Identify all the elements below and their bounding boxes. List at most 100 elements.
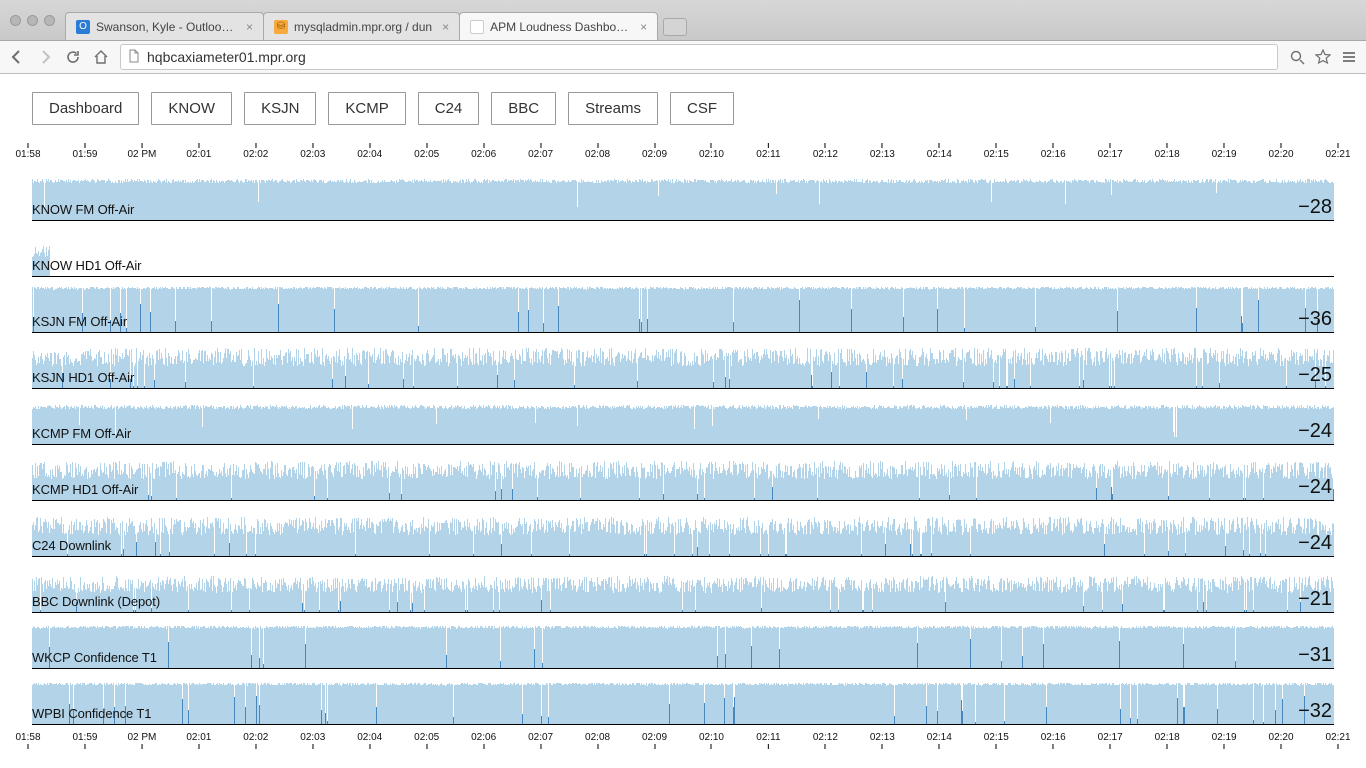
nav-button-kcmp[interactable]: KCMP xyxy=(328,92,405,125)
channel-label: WKCP Confidence T1 xyxy=(32,650,157,665)
nav-button-bbc[interactable]: BBC xyxy=(491,92,556,125)
browser-tab[interactable]: ⛁mysqladmin.mpr.org / dun× xyxy=(263,12,460,40)
window-minimize-button[interactable] xyxy=(27,15,38,26)
home-button[interactable] xyxy=(92,48,110,66)
timeline-tick: 02:06 xyxy=(471,732,496,749)
channel-row: WPBI Confidence T1 −32 xyxy=(32,669,1334,725)
timeline-tick: 02:02 xyxy=(243,143,268,160)
page-icon xyxy=(127,49,141,66)
timeline-tick: 01:58 xyxy=(15,143,40,160)
reload-button[interactable] xyxy=(64,48,82,66)
timeline-tick: 02:11 xyxy=(756,732,780,749)
channel-label: BBC Downlink (Depot) xyxy=(32,594,160,609)
channel-reading: −25 xyxy=(1298,364,1332,387)
nav-bar: hqbcaxiameter01.mpr.org xyxy=(0,40,1366,74)
channel-row: KNOW FM Off-Air −28 xyxy=(32,165,1334,221)
channel-reading: −36 xyxy=(1298,308,1332,331)
channel-label: KCMP FM Off-Air xyxy=(32,426,131,441)
channel-reading: −24 xyxy=(1298,532,1332,555)
channel-row: KSJN FM Off-Air −36 xyxy=(32,277,1334,333)
channel-row: BBC Downlink (Depot)−21 xyxy=(32,557,1334,613)
channel-label: KSJN HD1 Off-Air xyxy=(32,370,134,385)
timeline-tick: 02:12 xyxy=(813,143,838,160)
browser-tab[interactable]: OSwanson, Kyle - Outlook W× xyxy=(65,12,264,40)
station-nav: Dashboard KNOW KSJN KCMP C24 BBC Streams CSF xyxy=(32,92,1334,125)
waveform xyxy=(32,405,1334,444)
bookmark-star-icon[interactable] xyxy=(1314,48,1332,66)
timeline-tick: 02:09 xyxy=(642,732,667,749)
back-button[interactable] xyxy=(8,48,26,66)
waveform xyxy=(32,461,1334,500)
timeline-tick: 02:11 xyxy=(756,143,780,160)
nav-button-csf[interactable]: CSF xyxy=(670,92,734,125)
timeline-tick: 02:09 xyxy=(642,143,667,160)
favicon-icon xyxy=(470,20,484,34)
timeline-tick: 02:13 xyxy=(870,732,895,749)
timeline-tick: 02:16 xyxy=(1041,732,1066,749)
waveform xyxy=(32,348,1334,388)
address-text: hqbcaxiameter01.mpr.org xyxy=(147,49,306,65)
channel-row: C24 Downlink −24 xyxy=(32,501,1334,557)
nav-right-icons xyxy=(1288,48,1358,66)
tab-close-icon[interactable]: × xyxy=(442,20,449,34)
timeline-tick: 02:17 xyxy=(1098,732,1123,749)
new-tab-button[interactable] xyxy=(663,18,687,36)
tab-title: APM Loudness Dashboard xyxy=(490,20,630,34)
nav-button-streams[interactable]: Streams xyxy=(568,92,658,125)
channel-reading: −32 xyxy=(1298,700,1332,723)
timeline-tick: 02:01 xyxy=(186,143,211,160)
timeline-tick: 02:07 xyxy=(528,143,553,160)
timeline-tick: 02:21 xyxy=(1325,732,1350,749)
timeline-tick: 02:15 xyxy=(984,732,1009,749)
timeline-tick: 02:19 xyxy=(1212,143,1237,160)
waveform xyxy=(32,683,1334,725)
channel-reading: −24 xyxy=(1298,420,1332,443)
channel-label: KNOW FM Off-Air xyxy=(32,202,134,217)
channel-reading: −28 xyxy=(1298,196,1332,219)
timeline-tick: 02:02 xyxy=(243,732,268,749)
tabs-row: OSwanson, Kyle - Outlook W×⛁mysqladmin.m… xyxy=(65,0,657,40)
channel-label: KSJN FM Off-Air xyxy=(32,314,127,329)
window-zoom-button[interactable] xyxy=(44,15,55,26)
timeline-tick: 02 PM xyxy=(127,143,156,160)
channel-label: KCMP HD1 Off-Air xyxy=(32,482,138,497)
timeline-tick: 02:16 xyxy=(1041,143,1066,160)
timeline-tick: 02:05 xyxy=(414,143,439,160)
nav-button-dashboard[interactable]: Dashboard xyxy=(32,92,139,125)
timeline-tick: 02:20 xyxy=(1269,143,1294,160)
waveform xyxy=(32,626,1334,669)
nav-button-know[interactable]: KNOW xyxy=(151,92,232,125)
timeline-tick: 02:21 xyxy=(1325,143,1350,160)
timeline-tick: 01:58 xyxy=(15,732,40,749)
timeline-tick: 02:18 xyxy=(1155,732,1180,749)
favicon-icon: O xyxy=(76,20,90,34)
tab-close-icon[interactable]: × xyxy=(246,20,253,34)
timeline-tick: 02:18 xyxy=(1155,143,1180,160)
nav-button-c24[interactable]: C24 xyxy=(418,92,480,125)
timeline-tick: 01:59 xyxy=(72,732,97,749)
timeline-tick: 02:06 xyxy=(471,143,496,160)
window-controls xyxy=(0,15,65,40)
timeline-tick: 02:08 xyxy=(585,143,610,160)
forward-button[interactable] xyxy=(36,48,54,66)
nav-button-ksjn[interactable]: KSJN xyxy=(244,92,316,125)
address-bar[interactable]: hqbcaxiameter01.mpr.org xyxy=(120,44,1278,70)
timeline-tick: 02:10 xyxy=(699,732,724,749)
timeline-tick: 02:10 xyxy=(699,143,724,160)
timeline-tick: 02:15 xyxy=(984,143,1009,160)
tab-close-icon[interactable]: × xyxy=(640,20,647,34)
waveform xyxy=(32,576,1334,612)
menu-icon[interactable] xyxy=(1340,48,1358,66)
browser-tab[interactable]: APM Loudness Dashboard × xyxy=(459,12,658,40)
channel-label: KNOW HD1 Off-Air xyxy=(32,258,141,273)
channel-row: KCMP FM Off-Air −24 xyxy=(32,389,1334,445)
channel-row: WKCP Confidence T1−31 xyxy=(32,613,1334,669)
timeline-tick: 02:05 xyxy=(414,732,439,749)
channel-label: WPBI Confidence T1 xyxy=(32,706,151,721)
timeline-tick: 02:03 xyxy=(300,732,325,749)
zoom-icon[interactable] xyxy=(1288,48,1306,66)
waveform xyxy=(32,246,1334,276)
timeline-tick: 02:19 xyxy=(1212,732,1237,749)
channel-label: C24 Downlink xyxy=(32,538,111,553)
window-close-button[interactable] xyxy=(10,15,21,26)
